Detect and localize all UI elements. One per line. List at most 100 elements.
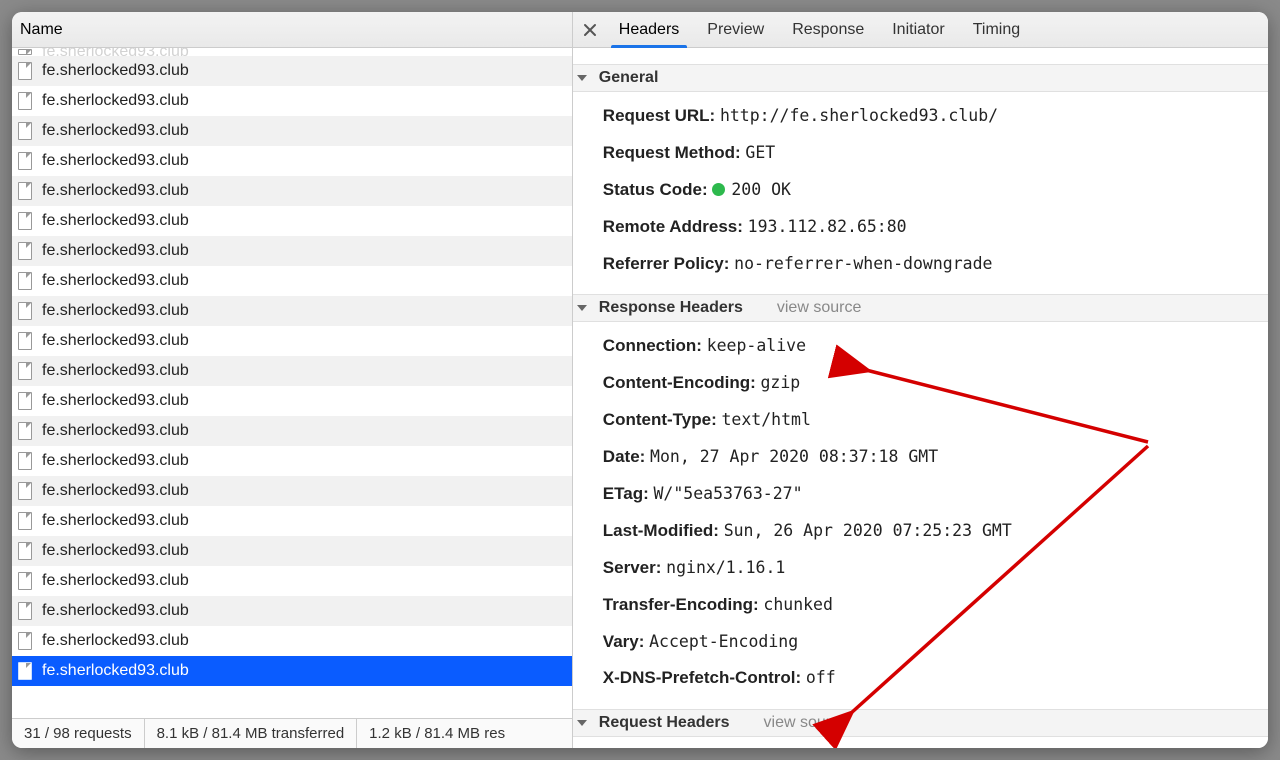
file-icon <box>18 302 32 320</box>
file-icon <box>18 272 32 290</box>
request-rows: fe.sherlocked93.clubfe.sherlocked93.club… <box>12 48 572 718</box>
table-row[interactable]: fe.sherlocked93.club <box>12 326 572 356</box>
header-entry: Content-Encoding: gzip <box>581 365 1260 402</box>
file-icon <box>18 602 32 620</box>
table-row[interactable]: fe.sherlocked93.club <box>12 536 572 566</box>
request-name: fe.sherlocked93.club <box>42 632 189 650</box>
file-icon <box>18 182 32 200</box>
request-name: fe.sherlocked93.club <box>42 272 189 290</box>
file-icon <box>18 422 32 440</box>
header-value: off <box>806 668 836 687</box>
table-row[interactable]: fe.sherlocked93.club <box>12 476 572 506</box>
file-icon <box>18 49 32 55</box>
column-header-name[interactable]: Name <box>12 12 572 48</box>
header-key: Vary: <box>603 632 645 651</box>
file-icon <box>18 572 32 590</box>
table-row[interactable]: fe.sherlocked93.club <box>12 206 572 236</box>
table-row[interactable]: fe.sherlocked93.club <box>12 86 572 116</box>
view-source-link[interactable]: view source <box>777 299 861 317</box>
table-row[interactable]: fe.sherlocked93.club <box>12 356 572 386</box>
view-source-link[interactable]: view source <box>764 714 848 732</box>
devtools-window: Name fe.sherlocked93.clubfe.sherlocked93… <box>12 12 1268 748</box>
tab-timing[interactable]: Timing <box>959 12 1034 48</box>
header-entry: Content-Type: text/html <box>581 402 1260 439</box>
request-name: fe.sherlocked93.club <box>42 212 189 230</box>
tab-response[interactable]: Response <box>778 12 878 48</box>
header-key: Server: <box>603 558 662 577</box>
tab-preview[interactable]: Preview <box>693 12 778 48</box>
header-key: Content-Type: <box>603 410 717 429</box>
header-key: Last-Modified: <box>603 521 719 540</box>
table-row[interactable]: fe.sherlocked93.club <box>12 266 572 296</box>
request-name: fe.sherlocked93.club <box>42 242 189 260</box>
table-row[interactable]: fe.sherlocked93.club <box>12 56 572 86</box>
file-icon <box>18 62 32 80</box>
table-row[interactable]: fe.sherlocked93.club <box>12 236 572 266</box>
file-icon <box>18 542 32 560</box>
header-value: nginx/1.16.1 <box>666 558 785 577</box>
header-value: GET <box>745 143 775 162</box>
table-row[interactable]: fe.sherlocked93.club <box>12 596 572 626</box>
header-entry: Transfer-Encoding: chunked <box>581 587 1260 624</box>
header-entry: Remote Address: 193.112.82.65:80 <box>581 209 1260 246</box>
header-key: Remote Address: <box>603 217 743 236</box>
network-request-list: Name fe.sherlocked93.clubfe.sherlocked93… <box>12 12 573 748</box>
request-name: fe.sherlocked93.club <box>42 48 189 56</box>
table-row[interactable]: fe.sherlocked93.club <box>12 626 572 656</box>
file-icon <box>18 392 32 410</box>
chevron-down-icon <box>577 720 587 726</box>
file-icon <box>18 242 32 260</box>
table-row[interactable]: fe.sherlocked93.club <box>12 296 572 326</box>
tab-initiator[interactable]: Initiator <box>878 12 958 48</box>
header-entry: Referrer Policy: no-referrer-when-downgr… <box>581 246 1260 283</box>
file-icon <box>18 512 32 530</box>
file-icon <box>18 662 32 680</box>
header-key: Referrer Policy: <box>603 254 730 273</box>
header-value: Accept-Encoding <box>649 632 798 651</box>
header-key: Request Method: <box>603 143 741 162</box>
header-entry: Server: nginx/1.16.1 <box>581 550 1260 587</box>
status-requests: 31 / 98 requests <box>12 719 145 748</box>
table-row[interactable]: fe.sherlocked93.club <box>12 656 572 686</box>
file-icon <box>18 92 32 110</box>
request-name: fe.sherlocked93.club <box>42 662 189 680</box>
section-title: Request Headers <box>599 714 730 732</box>
file-icon <box>18 122 32 140</box>
chevron-down-icon <box>577 305 587 311</box>
header-entry: Connection: keep-alive <box>581 328 1260 365</box>
section-header[interactable]: General <box>573 64 1268 92</box>
request-name: fe.sherlocked93.club <box>42 152 189 170</box>
header-value: Mon, 27 Apr 2020 08:37:18 GMT <box>650 447 938 466</box>
chevron-down-icon <box>577 75 587 81</box>
file-icon <box>18 452 32 470</box>
close-icon[interactable] <box>575 15 605 45</box>
request-name: fe.sherlocked93.club <box>42 62 189 80</box>
header-entry: Accept: text/html,application/xhtml+xml,… <box>581 743 1260 748</box>
section-title: General <box>599 69 659 87</box>
panels: Name fe.sherlocked93.clubfe.sherlocked93… <box>12 12 1268 748</box>
table-row[interactable]: fe.sherlocked93.club <box>12 146 572 176</box>
header-entry: Last-Modified: Sun, 26 Apr 2020 07:25:23… <box>581 513 1260 550</box>
status-bar: 31 / 98 requests 8.1 kB / 81.4 MB transf… <box>12 718 572 748</box>
request-name: fe.sherlocked93.club <box>42 302 189 320</box>
section-header[interactable]: Response Headersview source <box>573 294 1268 322</box>
table-row[interactable]: fe.sherlocked93.club <box>12 416 572 446</box>
request-name: fe.sherlocked93.club <box>42 92 189 110</box>
table-row[interactable]: fe.sherlocked93.club <box>12 116 572 146</box>
table-row[interactable]: fe.sherlocked93.club <box>12 176 572 206</box>
table-row[interactable]: fe.sherlocked93.club <box>12 506 572 536</box>
table-row[interactable]: fe.sherlocked93.club <box>12 566 572 596</box>
file-icon <box>18 212 32 230</box>
file-icon <box>18 332 32 350</box>
file-icon <box>18 362 32 380</box>
header-value: gzip <box>761 373 801 392</box>
tab-headers[interactable]: Headers <box>605 12 693 48</box>
header-key: Content-Encoding: <box>603 373 756 392</box>
section-header[interactable]: Request Headers view source <box>573 709 1268 737</box>
table-row[interactable]: fe.sherlocked93.club <box>12 386 572 416</box>
header-entry: Status Code: 200 OK <box>581 172 1260 209</box>
table-row[interactable]: fe.sherlocked93.club <box>12 446 572 476</box>
header-value: W/"5ea53763-27" <box>654 484 803 503</box>
headers-detail[interactable]: GeneralRequest URL: http://fe.sherlocked… <box>573 48 1268 748</box>
header-key: Request URL: <box>603 106 715 125</box>
